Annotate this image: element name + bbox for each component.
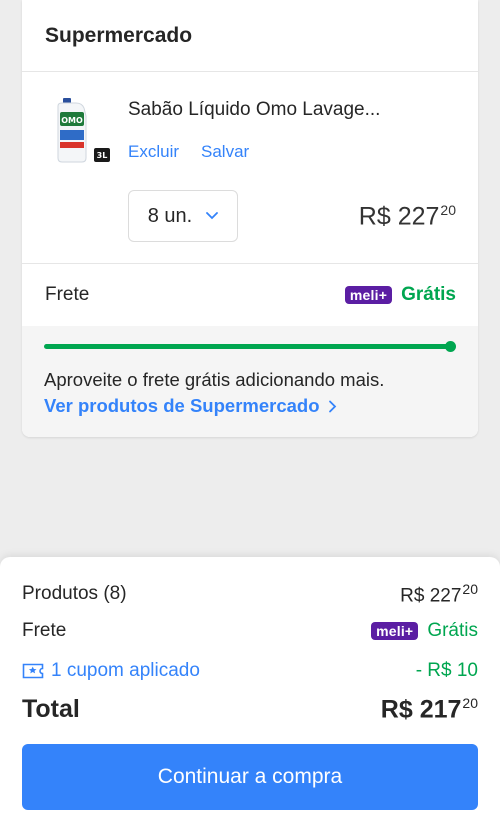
item-price-integer: R$ 227: [358, 202, 440, 231]
svg-text:OMO: OMO: [61, 116, 83, 125]
summary-products-label: Produtos (8): [22, 583, 127, 605]
coupon-icon: [22, 663, 44, 679]
total-label: Total: [22, 695, 80, 724]
card-header: Supermercado: [22, 0, 478, 72]
remove-item-link[interactable]: Excluir: [128, 142, 179, 162]
free-shipping-progress: Aproveite o frete grátis adicionando mai…: [22, 326, 478, 437]
total-cents: 20: [462, 695, 478, 711]
summary-products-integer: R$ 227: [400, 585, 462, 607]
save-item-link[interactable]: Salvar: [201, 142, 249, 162]
summary-shipping-label: Frete: [22, 620, 67, 641]
progress-bar: [44, 341, 456, 352]
cart-item: OMO 3L Sabão Líquido Omo Lavage... Exclu…: [22, 72, 478, 264]
summary-products-row: Produtos (8) R$ 22720: [22, 581, 478, 607]
item-actions: Excluir Salvar: [128, 142, 249, 162]
see-seller-products-label: Ver produtos de Supermercado: [44, 395, 320, 416]
summary-products-cents: 20: [462, 581, 478, 597]
summary-total-row: Total R$ 21720: [22, 695, 478, 724]
item-price-cents: 20: [440, 202, 456, 218]
shipping-value: Grátis: [401, 284, 456, 305]
order-summary: Produtos (8) R$ 22720 Frete meli+ Grátis…: [0, 557, 500, 831]
seller-title: Supermercado: [45, 23, 193, 47]
chevron-right-icon: [328, 400, 336, 413]
seller-cart-card: Supermercado OMO 3L Sabão Líquido Omo La…: [22, 0, 478, 437]
shipping-label: Frete: [45, 284, 90, 305]
product-name[interactable]: Sabão Líquido Omo Lavage...: [128, 99, 380, 121]
summary-meli-plus-badge: meli+: [371, 622, 419, 640]
shipping-value-group: meli+ Grátis: [344, 284, 456, 306]
volume-badge: 3L: [97, 151, 108, 160]
quantity-value: 8 un.: [147, 204, 193, 227]
summary-shipping-value: Grátis: [427, 620, 478, 641]
summary-shipping-value-group: meli+ Grátis: [371, 620, 478, 642]
quantity-selector[interactable]: 8 un.: [128, 190, 238, 242]
coupon-link[interactable]: 1 cupom aplicado: [22, 660, 200, 682]
coupon-discount: - R$ 10: [415, 660, 478, 681]
coupon-label: 1 cupom aplicado: [51, 660, 200, 681]
progress-dot: [445, 341, 456, 352]
see-seller-products-link[interactable]: Ver produtos de Supermercado: [44, 395, 456, 417]
continue-purchase-button[interactable]: Continuar a compra: [22, 744, 478, 810]
progress-message: Aproveite o frete grátis adicionando mai…: [44, 369, 385, 390]
summary-products-value: R$ 22720: [400, 581, 478, 607]
item-price: R$ 22720: [359, 202, 456, 231]
chevron-down-icon: [206, 212, 219, 220]
total-value: R$ 21720: [381, 695, 478, 724]
meli-plus-badge: meli+: [344, 286, 393, 304]
summary-coupon-row: 1 cupom aplicado - R$ 10: [22, 660, 478, 682]
product-image[interactable]: OMO 3L: [50, 94, 114, 166]
summary-shipping-row: Frete meli+ Grátis: [22, 620, 478, 642]
total-integer: R$ 217: [380, 695, 462, 724]
shipping-row: Frete meli+ Grátis: [22, 264, 478, 326]
